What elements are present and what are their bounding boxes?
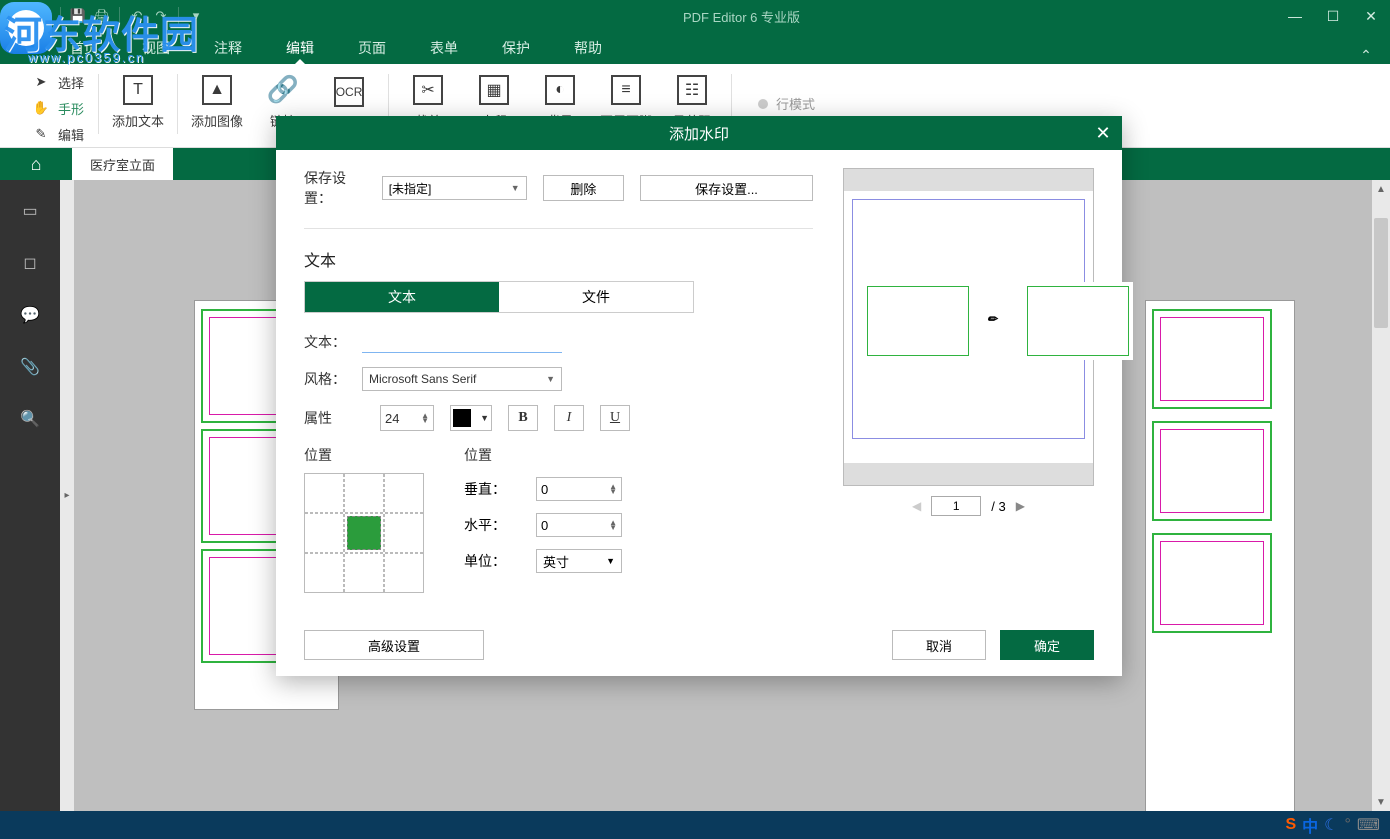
vertical-offset-spinner[interactable]: 0▲▼ [536,477,622,501]
bookmarks-icon[interactable]: ◻ [19,252,41,274]
hand-icon: ✋ [32,99,50,117]
save-icon[interactable]: 💾 [67,5,89,27]
select-tool[interactable]: ➤ 选择 [24,70,92,94]
edit-icon: ✎ [32,125,50,143]
font-size-spinner[interactable]: 24 ▲▼ [380,405,434,431]
minimize-button[interactable]: — [1276,0,1314,32]
menu-form[interactable]: 表单 [408,32,480,64]
unit-label: 单位： [464,551,506,571]
qat-dropdown-icon[interactable]: ▾ [185,5,207,27]
ime-moon-icon[interactable]: ☾ [1324,815,1338,835]
bates-icon: ☷ [677,75,707,105]
attachments-icon[interactable]: 📎 [19,356,41,378]
ocr-icon: OCR [334,77,364,107]
line-mode-toggle[interactable]: 行模式 [738,64,815,113]
position-grid[interactable] [304,473,424,593]
attributes-label: 属性 [304,408,332,428]
font-color-button[interactable]: ▼ [450,405,492,431]
add-image-button[interactable]: ▲ 添加图像 [184,64,250,140]
font-family-dropdown[interactable]: Microsoft Sans Serif▼ [362,367,562,391]
tab-text[interactable]: 文本 [305,282,499,312]
menu-protect[interactable]: 保护 [480,32,552,64]
menu-view[interactable]: 视图 [120,32,192,64]
menu-help[interactable]: 帮助 [552,32,624,64]
add-text-button[interactable]: T 添加文本 [105,64,171,140]
menu-page[interactable]: 页面 [336,32,408,64]
print-icon[interactable]: 🖨 [91,5,113,27]
background-icon: ◐ [545,75,575,105]
redo-icon[interactable]: ↷ [150,5,172,27]
page-next-button[interactable]: ▶ [1016,499,1025,513]
ime-punctuation-icon[interactable]: ° [1345,816,1351,834]
position-offset-label: 位置 [464,445,622,465]
underline-button[interactable]: U [600,405,630,431]
position-grid-label: 位置 [304,445,424,465]
page-total-label: / 3 [991,499,1005,514]
source-tabs: 文本 文件 [304,281,694,313]
search-icon[interactable]: 🔍 [19,408,41,430]
document-tab[interactable]: 医疗室立面 [72,148,173,180]
save-setting-dropdown[interactable]: [未指定]▼ [382,176,527,200]
titlebar: 📄 🗂 💾 🖨 ↶ ↷ ▾ PDF Editor 6 专业版 — ☐ ✕ [0,0,1390,32]
ribbon-collapse-icon[interactable]: ⌃ [1342,47,1390,64]
preview-pager: ◀ 1 / 3 ▶ [843,496,1094,516]
text-field-label: 文本： [304,332,346,352]
menu-edit[interactable]: 编辑 [264,32,336,64]
link-icon: 🔗 [268,75,298,105]
preview-pane: ✏︎ [843,168,1094,486]
close-button[interactable]: ✕ [1352,0,1390,32]
advanced-settings-button[interactable]: 高级设置 [304,630,484,660]
panel-expand[interactable]: ▸ [60,180,74,811]
page-prev-button[interactable]: ◀ [912,499,921,513]
add-watermark-dialog: 添加水印 ✕ 保存设置： [未指定]▼ 删除 保存设置... 文本 文本 文件 [276,116,1122,676]
ime-sogou-icon[interactable]: S [1285,816,1296,834]
crop-icon: ✂ [413,75,443,105]
hand-tool[interactable]: ✋ 手形 [24,96,92,120]
menu-home[interactable]: 首页 [48,32,120,64]
dialog-title: 添加水印 ✕ [276,116,1122,150]
italic-button[interactable]: I [554,405,584,431]
save-settings-button[interactable]: 保存设置... [640,175,813,201]
radio-icon [758,99,768,109]
watermark-icon: ▦ [479,75,509,105]
menubar: 首页 视图 注释 编辑 页面 表单 保护 帮助 ⌃ [0,32,1390,64]
vertical-label: 垂直： [464,479,506,499]
color-swatch [453,409,471,427]
ime-keyboard-icon[interactable]: ⌨ [1357,815,1380,835]
tab-home[interactable]: ⌂ [0,148,72,180]
maximize-button[interactable]: ☐ [1314,0,1352,32]
save-setting-label: 保存设置： [304,168,366,208]
horizontal-label: 水平： [464,515,506,535]
page-number-input[interactable]: 1 [931,496,981,516]
style-label: 风格： [304,369,346,389]
position-anchor[interactable] [347,516,381,550]
image-icon: ▲ [202,75,232,105]
delete-button[interactable]: 删除 [543,175,624,201]
unit-dropdown[interactable]: 英寸▼ [536,549,622,573]
section-text: 文本 [304,247,813,271]
text-icon: T [123,75,153,105]
dialog-close-button[interactable]: ✕ [1090,120,1116,146]
edit-tool[interactable]: ✎ 编辑 [24,122,92,146]
cursor-icon: ➤ [32,73,50,91]
cancel-button[interactable]: 取消 [892,630,986,660]
vertical-scrollbar[interactable]: ▲ ▼ [1372,180,1390,811]
ime-language-icon[interactable]: 中 [1302,813,1318,837]
site-logo [0,2,52,54]
thumbnails-icon[interactable]: ▭ [19,200,41,222]
comments-icon[interactable]: 💬 [19,304,41,326]
bold-button[interactable]: B [508,405,538,431]
watermark-text-input[interactable] [362,331,562,353]
headerfooter-icon: ≡ [611,75,641,105]
undo-icon[interactable]: ↶ [126,5,148,27]
menu-comment[interactable]: 注释 [192,32,264,64]
app-title: PDF Editor 6 专业版 [207,7,1276,26]
ok-button[interactable]: 确定 [1000,630,1094,660]
document-page [1145,300,1295,811]
side-panel: ▭ ◻ 💬 📎 🔍 [0,180,60,811]
tab-file[interactable]: 文件 [499,282,693,312]
horizontal-offset-spinner[interactable]: 0▲▼ [536,513,622,537]
ime-widget: S 中 ☾ ° ⌨ [1275,811,1390,839]
